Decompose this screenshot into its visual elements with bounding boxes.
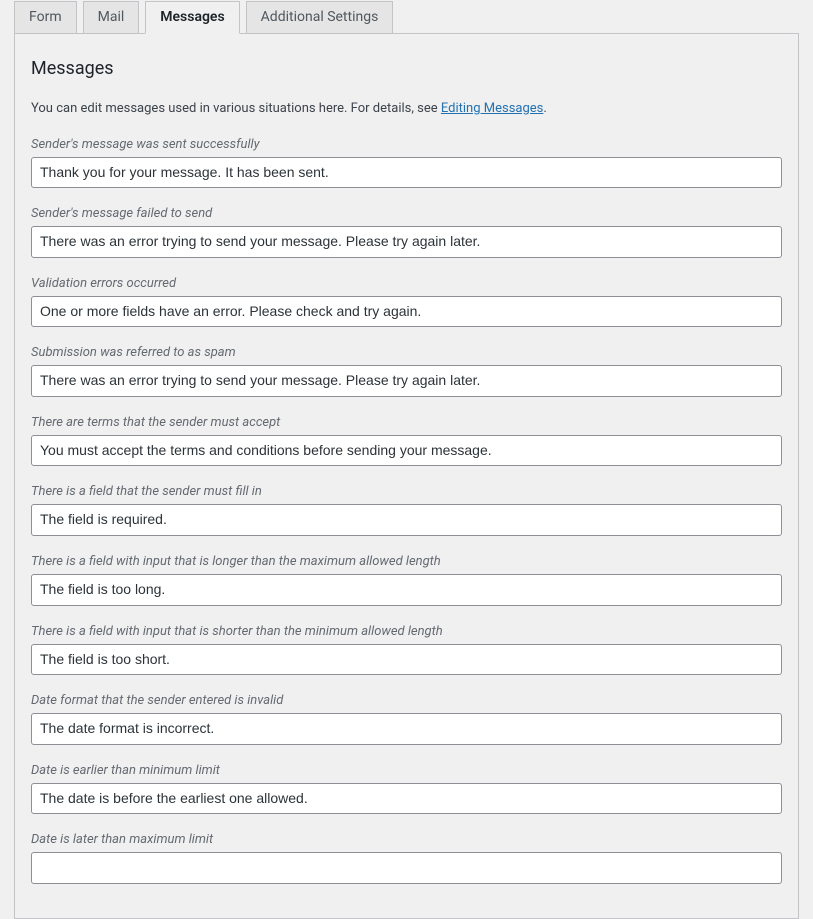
field-group: There is a field with input that is shor… bbox=[31, 624, 782, 676]
messages-panel: Messages You can edit messages used in v… bbox=[14, 33, 799, 919]
field-label: Submission was referred to as spam bbox=[31, 345, 782, 360]
field-label: Sender's message was sent successfully bbox=[31, 137, 782, 152]
field-group: Date is earlier than minimum limit bbox=[31, 763, 782, 815]
tab-additional-settings[interactable]: Additional Settings bbox=[246, 1, 394, 34]
message-input-required[interactable] bbox=[31, 504, 782, 536]
field-label: Date is later than maximum limit bbox=[31, 832, 782, 847]
message-input-date-too-late[interactable] bbox=[31, 852, 782, 884]
field-label: Date format that the sender entered is i… bbox=[31, 693, 782, 708]
message-input-date-too-early[interactable] bbox=[31, 783, 782, 815]
field-label: Sender's message failed to send bbox=[31, 206, 782, 221]
field-group: Date is later than maximum limit bbox=[31, 832, 782, 884]
field-group: Submission was referred to as spam bbox=[31, 345, 782, 397]
tab-mail[interactable]: Mail bbox=[83, 1, 140, 34]
field-group: Date format that the sender entered is i… bbox=[31, 693, 782, 745]
message-input-sent-ok[interactable] bbox=[31, 157, 782, 189]
message-input-sent-ng[interactable] bbox=[31, 226, 782, 258]
field-group: There is a field that the sender must fi… bbox=[31, 484, 782, 536]
field-label: There is a field with input that is long… bbox=[31, 554, 782, 569]
field-group: There is a field with input that is long… bbox=[31, 554, 782, 606]
panel-title: Messages bbox=[31, 58, 782, 79]
field-label: Date is earlier than minimum limit bbox=[31, 763, 782, 778]
message-input-date-invalid[interactable] bbox=[31, 713, 782, 745]
tab-form[interactable]: Form bbox=[14, 1, 77, 34]
field-label: There is a field with input that is shor… bbox=[31, 624, 782, 639]
intro-text: You can edit messages used in various si… bbox=[31, 99, 782, 119]
intro-suffix: . bbox=[543, 101, 546, 116]
field-group: Validation errors occurred bbox=[31, 276, 782, 328]
field-group: Sender's message was sent successfully bbox=[31, 137, 782, 189]
editing-messages-link[interactable]: Editing Messages bbox=[441, 101, 544, 116]
message-input-validation-error[interactable] bbox=[31, 296, 782, 328]
message-input-too-long[interactable] bbox=[31, 574, 782, 606]
message-input-too-short[interactable] bbox=[31, 644, 782, 676]
field-label: There are terms that the sender must acc… bbox=[31, 415, 782, 430]
field-label: There is a field that the sender must fi… bbox=[31, 484, 782, 499]
tab-messages[interactable]: Messages bbox=[145, 1, 239, 34]
message-input-accept-terms[interactable] bbox=[31, 435, 782, 467]
message-input-spam[interactable] bbox=[31, 365, 782, 397]
field-label: Validation errors occurred bbox=[31, 276, 782, 291]
tabs-container: Form Mail Messages Additional Settings bbox=[0, 0, 813, 33]
intro-prefix: You can edit messages used in various si… bbox=[31, 101, 441, 116]
field-group: There are terms that the sender must acc… bbox=[31, 415, 782, 467]
field-group: Sender's message failed to send bbox=[31, 206, 782, 258]
